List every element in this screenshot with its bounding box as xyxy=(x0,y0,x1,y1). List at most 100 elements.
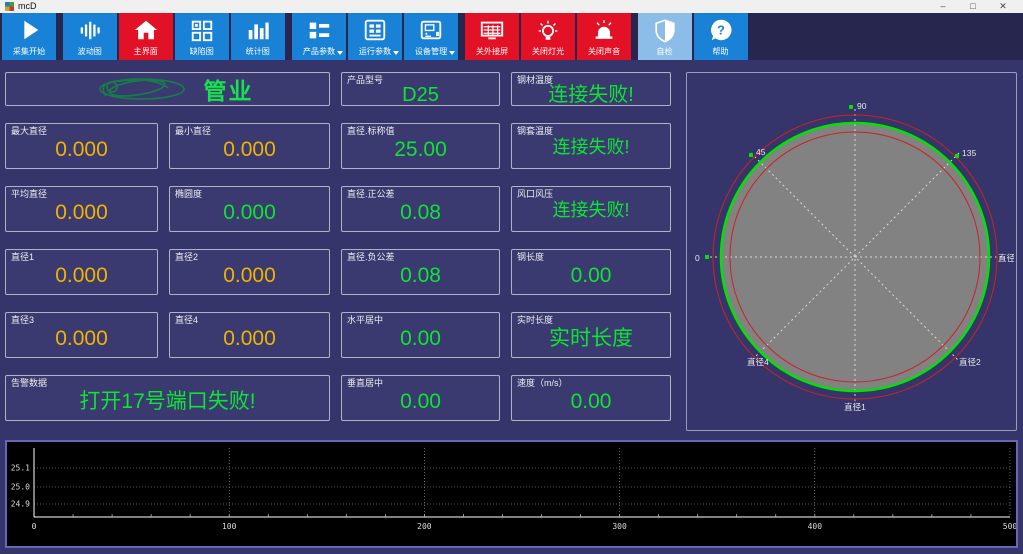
field-label: 速度（m/s） xyxy=(517,378,665,388)
home-icon xyxy=(133,16,159,44)
field-value: 0.000 xyxy=(11,264,152,287)
field-value: 0.000 xyxy=(175,264,324,287)
toolbar-button-defect-chart[interactable]: 缺陷图 xyxy=(175,13,229,60)
toolbar-button-label: 缺陷图 xyxy=(190,45,214,56)
field-label: 直径.标称值 xyxy=(347,126,494,136)
field-label: 平均直径 xyxy=(11,189,152,199)
close-icon[interactable]: ✕ xyxy=(988,0,1018,13)
play-icon xyxy=(16,16,42,44)
bar-chart-icon xyxy=(245,16,271,44)
field-realtime-length: 实时长度 实时长度 xyxy=(511,312,671,358)
polar-label-0: 0 xyxy=(695,253,700,263)
field-value: 0.00 xyxy=(347,327,494,350)
field-horizontal-center: 水平居中 0.00 xyxy=(341,312,500,358)
toolbar-button-run-params[interactable]: 运行参数 xyxy=(348,13,402,60)
field-label: 垂直居中 xyxy=(347,378,494,388)
dropdown-caret-icon xyxy=(393,51,399,55)
window-title: mcD xyxy=(18,0,37,13)
field-diameter1: 直径1 0.000 xyxy=(5,249,158,295)
svg-text:500: 500 xyxy=(1003,522,1016,531)
toolbar: 采集开始 波动图 主界面缺陷图 统计图 产品参数 运行参数 设备管理 关外接屏关闭灯光 关闭声音… xyxy=(0,13,1023,60)
field-ovality: 椭圆度 0.000 xyxy=(169,186,330,232)
field-alarm-data: 告警数据 打开17号端口失败! xyxy=(5,375,330,421)
toolbar-button-label: 采集开始 xyxy=(13,45,45,56)
waveform-icon xyxy=(77,16,103,44)
field-diameter3: 直径3 0.000 xyxy=(5,312,158,358)
field-value: 0.08 xyxy=(347,264,494,287)
field-air-pressure: 风口风压 连接失败! xyxy=(511,186,671,232)
field-label: 水平居中 xyxy=(347,315,494,325)
polar-label-90: 90 xyxy=(857,101,867,111)
field-steel-temp: 钢材温度 连接失败! xyxy=(511,72,671,106)
polar-label-135: 135 xyxy=(962,148,976,158)
title-bar: mcD – □ ✕ xyxy=(0,0,1023,13)
field-speed: 速度（m/s） 0.00 xyxy=(511,375,671,421)
field-vertical-center: 垂直居中 0.00 xyxy=(341,375,500,421)
toolbar-button-label: 统计图 xyxy=(246,45,270,56)
main-area: 管业 产品型号 D25 钢材温度 连接失败! 最大直径 0.000 最小直径 0… xyxy=(0,60,1023,435)
field-diameter-pos-tol: 直径.正公差 0.08 xyxy=(341,186,500,232)
field-min-diameter: 最小直径 0.000 xyxy=(169,123,330,169)
toolbar-button-product-params[interactable]: 产品参数 xyxy=(292,13,346,60)
dropdown-caret-icon xyxy=(337,51,343,55)
toolbar-button-main-screen[interactable]: 主界面 xyxy=(119,13,173,60)
toolbar-button-wave-chart[interactable]: 波动图 xyxy=(63,13,117,60)
logo-box: 管业 xyxy=(5,72,330,106)
field-steel-length: 钢长度 0.00 xyxy=(511,249,671,295)
field-label: 直径2 xyxy=(175,252,324,262)
toolbar-button-self-check[interactable]: 自检 xyxy=(638,13,692,60)
field-value: 0.000 xyxy=(175,201,324,224)
polar-label-45: 45 xyxy=(756,147,766,157)
run-params-icon xyxy=(362,16,388,44)
measurement-grid: 管业 产品型号 D25 钢材温度 连接失败! 最大直径 0.000 最小直径 0… xyxy=(5,72,671,435)
toolbar-button-label: 产品参数 xyxy=(303,45,335,56)
toolbar-button-close-external-screen[interactable]: 关外接屏 xyxy=(465,13,519,60)
polar-label-diameter1: 直径1 xyxy=(844,402,866,412)
toolbar-button-help[interactable]: ?帮助 xyxy=(694,13,748,60)
field-value: 0.000 xyxy=(11,327,152,350)
field-label: 直径3 xyxy=(11,315,152,325)
toolbar-button-device-manage[interactable]: 设备管理 xyxy=(404,13,458,60)
field-value: 0.00 xyxy=(347,390,494,413)
field-label: 最大直径 xyxy=(11,126,152,136)
svg-text:300: 300 xyxy=(612,522,627,531)
toolbar-button-start-collection[interactable]: 采集开始 xyxy=(2,13,56,60)
minimize-icon[interactable]: – xyxy=(928,0,958,13)
help-icon: ? xyxy=(708,16,734,44)
field-value: 0.08 xyxy=(347,201,494,224)
field-label: 直径.正公差 xyxy=(347,189,494,199)
field-avg-diameter: 平均直径 0.000 xyxy=(5,186,158,232)
toolbar-button-label: 关闭声音 xyxy=(588,45,620,56)
toolbar-button-close-sound[interactable]: 关闭声音 xyxy=(577,13,631,60)
window-controls: – □ ✕ xyxy=(928,0,1018,13)
dropdown-caret-icon xyxy=(449,51,455,55)
maximize-icon[interactable]: □ xyxy=(958,0,988,13)
device-manage-icon xyxy=(418,16,444,44)
toolbar-button-label: 关闭灯光 xyxy=(532,45,564,56)
toolbar-button-label: 设备管理 xyxy=(415,45,447,56)
diameter-trend-chart: 25.125.024.90100200300400500 xyxy=(5,440,1018,548)
svg-text:400: 400 xyxy=(808,522,823,531)
toolbar-button-close-lights[interactable]: 关闭灯光 xyxy=(521,13,575,60)
field-label: 直径.负公差 xyxy=(347,252,494,262)
toolbar-button-label: 运行参数 xyxy=(359,45,391,56)
field-label: 钢长度 xyxy=(517,252,665,262)
field-product-model: 产品型号 D25 xyxy=(341,72,500,106)
field-value: 0.000 xyxy=(11,138,152,161)
toolbar-button-label: 波动图 xyxy=(78,45,102,56)
field-label: 实时长度 xyxy=(517,315,665,325)
light-bulb-icon xyxy=(535,16,561,44)
shield-icon xyxy=(652,16,678,44)
field-value: 连接失败! xyxy=(517,84,665,106)
polar-chart-panel: 90 45 135 0 直径3 直径1 直径4 直径2 xyxy=(686,72,1017,431)
field-value: 连接失败! xyxy=(517,201,665,221)
field-label: 风口风压 xyxy=(517,189,665,199)
svg-text:0: 0 xyxy=(32,522,37,531)
svg-text:25.0: 25.0 xyxy=(11,483,30,492)
field-value: 25.00 xyxy=(347,138,494,161)
field-value: 实时长度 xyxy=(517,327,665,350)
toolbar-button-stats-chart[interactable]: 统计图 xyxy=(231,13,285,60)
toolbar-button-label: 帮助 xyxy=(713,45,729,56)
field-label: 告警数据 xyxy=(11,378,324,388)
field-label: 椭圆度 xyxy=(175,189,324,199)
